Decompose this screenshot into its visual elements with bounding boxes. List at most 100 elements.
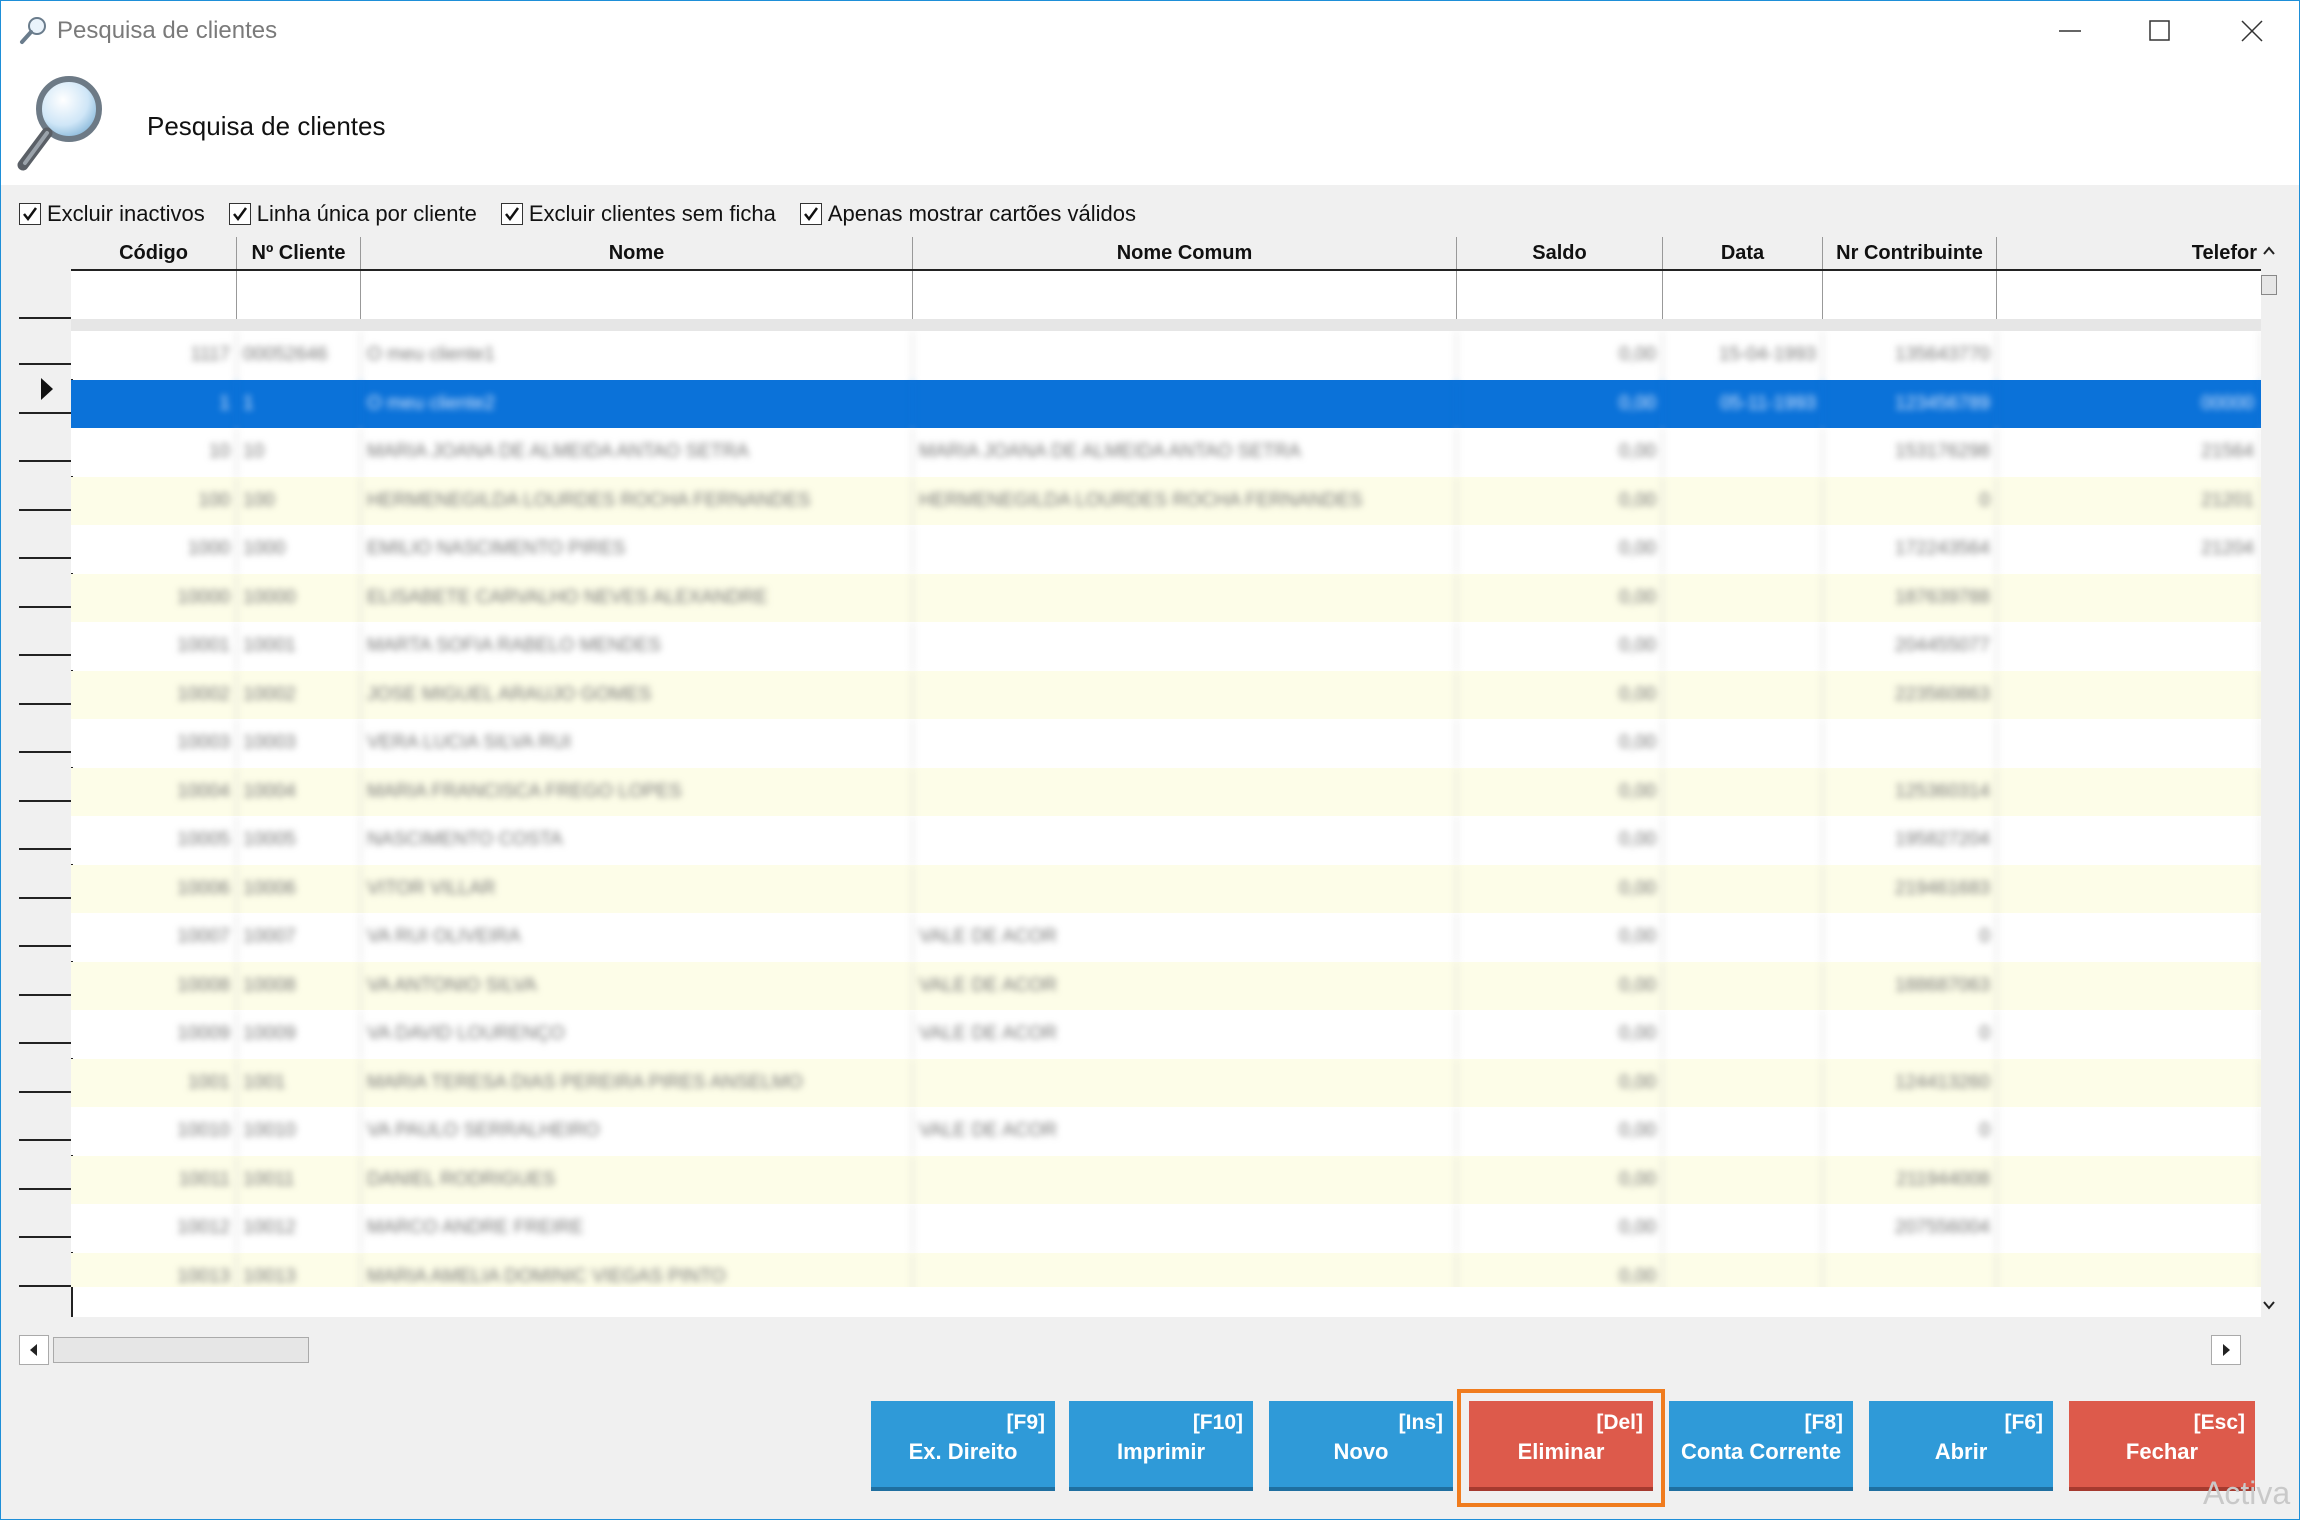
checkbox-box[interactable] <box>799 203 822 225</box>
table-row[interactable]: 10 10 MARIA JOANA DE ALMEIDA ANTAO SETRA MA… <box>71 428 2261 476</box>
only-valid-cards-checkbox[interactable]: Apenas mostrar cartões válidos <box>799 201 1136 227</box>
scroll-up-icon <box>2263 246 2275 255</box>
novo-button[interactable]: [Ins] Novo <box>1269 1401 1453 1491</box>
table-cell: 0,00 <box>1457 1204 1663 1252</box>
table-row[interactable]: 10010 10010 VA PAULO SERRALHEIRO VALE DE AC… <box>71 1107 2261 1155</box>
row-indicator[interactable] <box>19 657 71 705</box>
table-cell <box>1663 913 1823 961</box>
row-indicator[interactable] <box>19 317 71 365</box>
table-cell <box>1663 1010 1823 1058</box>
checkbox-box[interactable] <box>500 203 523 225</box>
row-indicator[interactable] <box>19 608 71 656</box>
ex-direito-button[interactable]: [F9] Ex. Direito <box>871 1401 1055 1491</box>
table-row[interactable]: 10003 10003 VERA LUCIA SILVA RUI 0,00 <box>71 719 2261 767</box>
row-indicator[interactable] <box>19 366 71 414</box>
table-cell <box>913 379 1457 428</box>
table-row[interactable]: 10008 10008 VA ANTONIO SILVA VALE DE ACOR 0,… <box>71 961 2261 1010</box>
maximize-icon <box>2149 20 2170 41</box>
table-cell: 10000 <box>237 573 361 622</box>
row-indicator[interactable] <box>19 851 71 899</box>
row-indicator[interactable] <box>19 560 71 608</box>
button-label: Abrir <box>1934 1439 1988 1464</box>
table-row[interactable]: 10012 10012 MARCO ANDRE FREIRE 0,00 20755600… <box>71 1204 2261 1252</box>
grid-rows: 1117 00052646 O meu cliente1 0,00 15-04-1993… <box>71 331 2261 1287</box>
row-indicator[interactable] <box>19 1239 71 1287</box>
row-indicator[interactable] <box>19 705 71 753</box>
filter-cell[interactable] <box>71 271 237 319</box>
table-row[interactable]: 1000 1000 EMILIO NASCIMENTO PIRES 0,00 17224… <box>71 525 2261 573</box>
table-row[interactable]: 10006 10006 VITOR VILLAR 0,00 219461683 <box>71 864 2261 913</box>
column-header-saldo[interactable]: Saldo <box>1457 237 1663 269</box>
column-header-nome[interactable]: Nome <box>361 237 913 269</box>
vertical-scrollbar[interactable] <box>2261 237 2277 1317</box>
filter-cell[interactable] <box>1997 271 2261 319</box>
filter-cell[interactable] <box>1457 271 1663 319</box>
column-header-codigo[interactable]: Código <box>71 237 237 269</box>
table-cell: 10007 <box>71 913 237 961</box>
table-cell: 10008 <box>71 961 237 1010</box>
checkbox-box[interactable] <box>19 203 41 225</box>
row-indicator[interactable] <box>19 802 71 850</box>
row-indicator[interactable] <box>19 1287 71 1335</box>
row-indicator[interactable] <box>19 463 71 511</box>
table-row[interactable]: 10002 10002 JOSE MIGUEL ARAUJO GOMES 0,00 22… <box>71 670 2261 719</box>
table-cell: 1000 <box>237 525 361 573</box>
filter-cell[interactable] <box>1663 271 1823 319</box>
minimize-button[interactable] <box>2025 1 2115 61</box>
checkbox-box[interactable] <box>228 203 251 225</box>
horizontal-scrollbar[interactable] <box>19 1333 2277 1365</box>
row-indicator[interactable] <box>19 754 71 802</box>
row-indicator[interactable] <box>19 1190 71 1238</box>
column-header-data[interactable]: Data <box>1663 237 1823 269</box>
column-header-nr-cliente[interactable]: Nº Cliente <box>237 237 361 269</box>
row-indicator[interactable] <box>19 511 71 559</box>
table-row[interactable]: 10005 10005 NASCIMENTO COSTA 0,00 195827204 <box>71 816 2261 864</box>
filter-cell[interactable] <box>913 271 1457 319</box>
column-header-nr-contribuinte[interactable]: Nr Contribuinte <box>1823 237 1997 269</box>
filter-cell[interactable] <box>237 271 361 319</box>
filter-options: Excluir inactivos Linha única por client… <box>19 199 1160 229</box>
filter-cell[interactable] <box>1823 271 1997 319</box>
row-indicator[interactable] <box>19 1142 71 1190</box>
single-line-per-client-checkbox[interactable]: Linha única por cliente <box>228 201 477 227</box>
table-row[interactable]: 10011 10011 DANIEL RODRIGUES 0,00 211944008 <box>71 1155 2261 1204</box>
filter-cell[interactable] <box>361 271 913 319</box>
table-row[interactable]: 100 100 HERMENEGILDA LOURDES ROCHA FERNAND… <box>71 476 2261 525</box>
exclude-without-file-checkbox[interactable]: Excluir clientes sem ficha <box>500 201 776 227</box>
column-header-telefone[interactable]: Telefor <box>1997 237 2261 269</box>
scroll-left-button[interactable] <box>19 1335 49 1365</box>
table-cell: 0,00 <box>1457 913 1663 961</box>
row-indicator[interactable] <box>19 1045 71 1093</box>
table-row[interactable]: 10009 10009 VA DAVID LOURENÇO VALE DE ACOR 0… <box>71 1010 2261 1058</box>
row-indicator[interactable] <box>19 996 71 1044</box>
table-cell: 0 <box>1823 476 1997 525</box>
row-indicator[interactable] <box>19 948 71 996</box>
column-header-nome-comum[interactable]: Nome Comum <box>913 237 1457 269</box>
table-cell <box>1997 719 2261 767</box>
row-indicator[interactable] <box>19 414 71 462</box>
table-row[interactable]: 10001 10001 MARTA SOFIA RABELO MENDES 0,00 2… <box>71 622 2261 670</box>
window-title: Pesquisa de clientes <box>57 17 278 44</box>
table-row[interactable]: 1117 00052646 O meu cliente1 0,00 15-04-1993… <box>71 331 2261 379</box>
table-row[interactable]: 10007 10007 VA RUI OLIVEIRA VALE DE ACOR 0,0… <box>71 913 2261 961</box>
row-indicator[interactable] <box>19 1093 71 1141</box>
conta-corrente-button[interactable]: [F8] Conta Corrente <box>1669 1401 1853 1491</box>
abrir-button[interactable]: [F6] Abrir <box>1869 1401 2053 1491</box>
exclude-inactive-checkbox[interactable]: Excluir inactivos <box>19 201 205 227</box>
table-row[interactable]: 10000 10000 ELISABETE CARVALHO NEVES ALEXA… <box>71 573 2261 622</box>
table-cell: 172243564 <box>1823 525 1997 573</box>
table-cell: 0,00 <box>1457 525 1663 573</box>
table-row[interactable]: 1001 1001 MARIA TERESA DIAS PEREIRA PIRES … <box>71 1058 2261 1107</box>
table-cell: 0 <box>1823 913 1997 961</box>
table-cell: VERA LUCIA SILVA RUI <box>361 719 913 767</box>
table-row[interactable]: 10004 10004 MARIA FRANCISCA FREGO LOPES 0,0… <box>71 767 2261 816</box>
horizontal-scroll-thumb[interactable] <box>53 1337 309 1363</box>
imprimir-button[interactable]: [F10] Imprimir <box>1069 1401 1253 1491</box>
row-indicator[interactable] <box>19 899 71 947</box>
table-row[interactable]: 10013 10013 MARIA AMELIA DOMINIC VIEGAS PI… <box>71 1252 2261 1287</box>
table-row-selected[interactable]: 11O meu cliente2 0,00 05-11-1993 123456789 0… <box>71 379 2261 428</box>
vertical-scroll-thumb[interactable] <box>2261 275 2277 295</box>
close-button[interactable] <box>2207 1 2297 61</box>
maximize-button[interactable] <box>2115 1 2205 61</box>
scroll-right-button[interactable] <box>2211 1335 2241 1365</box>
